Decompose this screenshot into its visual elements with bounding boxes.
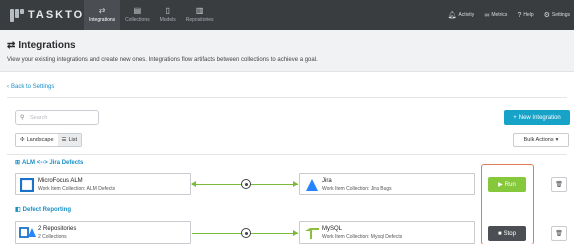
page-title: ⇄ Integrations (7, 40, 76, 51)
nav-item-label: Repositories (185, 17, 214, 23)
list-icon: ☰ (61, 137, 67, 143)
help-label: Help (523, 12, 534, 18)
page-header (0, 30, 574, 72)
nav-item-models[interactable]: ▯ Models (155, 0, 181, 30)
metrics-icon: ∞ (484, 11, 490, 19)
view-landscape-button[interactable]: ✣ Landscape (16, 134, 58, 146)
view-list-button[interactable]: ☰ List (57, 134, 82, 146)
collection-name: 2 Collections (38, 234, 67, 240)
collection-icon: ▤ (133, 6, 142, 15)
divider (7, 97, 567, 98)
main-nav: ⇄ Integrations ▤ Collections ▯ Models ▥ … (84, 0, 219, 30)
help-icon: ? (517, 11, 522, 19)
swap-arrows-icon: ⇄ (7, 40, 16, 51)
chevron-left-icon: ‹ (7, 84, 9, 90)
jira-logo-icon (306, 179, 318, 191)
target-repository-card[interactable]: MySQL Work Item Collection: Mysql Defect… (299, 221, 475, 244)
nav-item-label: Models (159, 17, 176, 23)
nav-item-repositories[interactable]: ▥ Repositories (181, 0, 219, 30)
swap-arrows-icon: ⇄ (98, 6, 106, 15)
nav-item-label: Collections (125, 17, 150, 23)
bell-icon: 🔔︎ (447, 12, 457, 19)
microfocus-logo-icon (20, 178, 34, 192)
integration-icon: ⊞ (15, 160, 21, 166)
collection-name: Work Item Collection: Jira Bugs (322, 186, 392, 192)
target-repository-card[interactable]: Jira Work Item Collection: Jira Bugs (299, 173, 475, 195)
settings-link[interactable]: ⚙ Settings (544, 11, 570, 19)
repository-name: MicroFocus ALM (38, 178, 83, 184)
hub-icon (241, 179, 251, 189)
arrow-left-icon (191, 181, 196, 187)
integration-title-link[interactable]: ◧ Defect Reporting (15, 206, 72, 214)
back-to-settings-link[interactable]: ‹ Back to Settings (7, 84, 54, 90)
new-integration-button[interactable]: + New Integration (504, 110, 570, 125)
nav-item-collections[interactable]: ▤ Collections (120, 0, 154, 30)
action-highlight-box (481, 164, 534, 244)
metrics-label: Metrics (491, 12, 508, 18)
metrics-link[interactable]: ∞ Metrics (484, 12, 507, 19)
integration-title: ALM <--> Jira Defects (22, 159, 84, 166)
nav-item-integrations[interactable]: ⇄ Integrations (84, 0, 121, 30)
plus-icon: + (513, 114, 517, 121)
activity-label: Activity (458, 12, 475, 18)
nav-item-label: Integrations (89, 17, 116, 23)
repository-icon: ▥ (195, 6, 204, 15)
logo-mark-icon (10, 8, 24, 22)
gear-icon: ⚙ (543, 12, 550, 19)
delete-button[interactable]: 🗑︎ (551, 177, 567, 192)
chevron-down-icon: ▾ (555, 137, 559, 143)
new-integration-label: New Integration (518, 114, 561, 121)
document-icon: ▯ (165, 6, 170, 15)
mysql-logo-icon (305, 228, 319, 239)
source-repository-card[interactable]: MicroFocus ALM Work Item Collection: ALM… (15, 173, 191, 195)
landscape-icon: ✣ (20, 137, 25, 143)
collection-name: Work Item Collection: ALM Defects (38, 186, 116, 192)
view-toggle: ✣ Landscape ☰ List (15, 133, 83, 147)
repository-name: 2 Repositories (38, 226, 77, 232)
search-input[interactable]: ⚲ Search (15, 110, 99, 125)
repository-name: Jira (322, 178, 332, 184)
integration-title: Defect Reporting (22, 206, 72, 213)
page-title-text: Integrations (18, 40, 76, 51)
trash-icon: 🗑︎ (555, 231, 563, 237)
activity-link[interactable]: 🔔︎ Activity (448, 11, 475, 19)
search-placeholder: Search (30, 114, 48, 121)
integration-title-link[interactable]: ⊞ ALM <--> Jira Defects (15, 159, 84, 167)
list-label: List (68, 137, 78, 143)
integration-icon: ◧ (15, 207, 21, 213)
delete-button[interactable]: 🗑︎ (551, 226, 567, 241)
collection-name: Work Item Collection: Mysql Defects (322, 234, 403, 240)
page-description: View your existing integrations and crea… (7, 57, 318, 63)
repository-name: MySQL (322, 226, 343, 232)
trash-icon: 🗑︎ (555, 182, 563, 188)
search-icon: ⚲ (20, 115, 25, 121)
bulk-actions-label: Bulk Actions (523, 137, 554, 143)
bulk-actions-dropdown[interactable]: Bulk Actions ▾ (513, 133, 569, 147)
utility-nav: 🔔︎ Activity ∞ Metrics ? Help ⚙ Settings (448, 0, 570, 30)
arrow-right-icon (293, 181, 298, 187)
help-link[interactable]: ? Help (517, 12, 533, 19)
hub-icon (241, 228, 251, 238)
top-navigation-bar: TASKTOP ⇄ Integrations ▤ Collections ▯ M… (0, 0, 574, 30)
source-repository-card[interactable]: 2 Repositories 2 Collections (15, 221, 191, 244)
arrow-right-icon (293, 230, 298, 236)
back-link-label: Back to Settings (11, 84, 55, 90)
landscape-label: Landscape (26, 137, 54, 143)
settings-label: Settings (551, 12, 570, 18)
divider (7, 154, 567, 155)
repositories-logo-icon (19, 227, 36, 238)
tasktop-logo[interactable]: TASKTOP (10, 8, 94, 22)
